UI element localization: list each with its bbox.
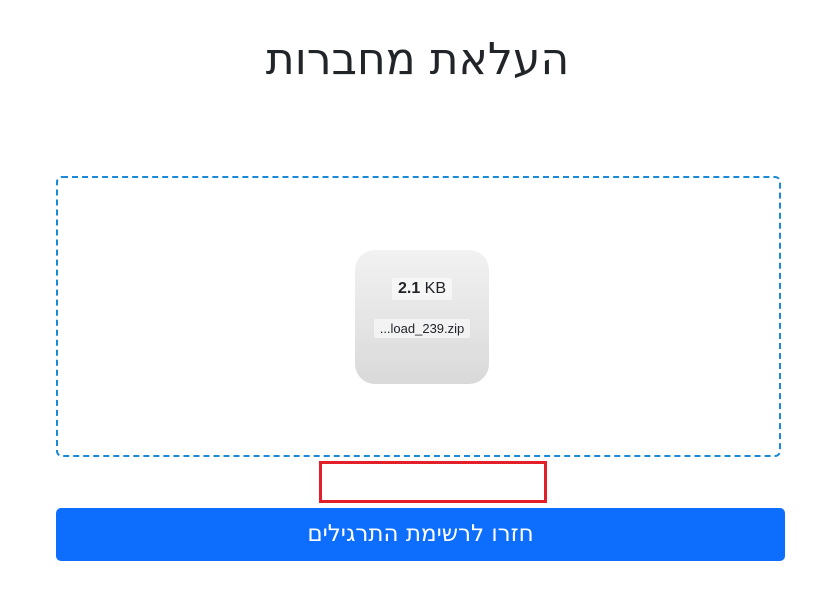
error-message-box: [319, 461, 547, 503]
file-preview: 2.1 KB ...load_239.zip: [355, 250, 489, 384]
file-size-unit: KB: [424, 280, 447, 297]
back-to-exercises-button[interactable]: חזרו לרשימת התרגילים: [56, 508, 785, 561]
file-name-label: ...load_239.zip: [373, 319, 471, 338]
file-name: ...load_239.zip: [355, 318, 489, 338]
page-title: העלאת מחברות: [265, 34, 570, 85]
file-size-value: 2.1: [397, 280, 421, 297]
file-dropzone[interactable]: 2.1 KB ...load_239.zip: [56, 176, 781, 457]
file-size: 2.1 KB: [355, 278, 489, 300]
